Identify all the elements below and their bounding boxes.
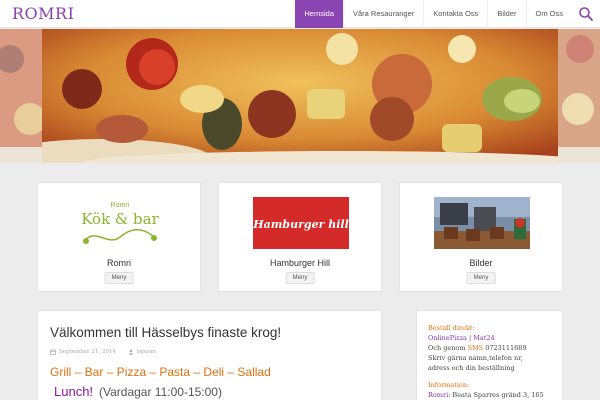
card-title[interactable]: Bilder (400, 258, 562, 268)
hero-pizza-image (42, 29, 558, 163)
sms-label: SMS (467, 344, 484, 352)
search-icon[interactable] (578, 6, 594, 22)
romri-logo: Romri Kök & bar (81, 202, 160, 244)
sms-instructions-2: adress och din beställning (428, 364, 515, 372)
card-hamburger-hill[interactable]: Hamburger hill Hamburger Hill Meny (218, 182, 382, 292)
order-links[interactable]: OnlinePizza | Mat24 (428, 334, 495, 342)
sms-number: 0723111689 (485, 344, 527, 352)
user-icon (128, 349, 134, 355)
nav-item-bilder[interactable]: Bilder (487, 0, 525, 28)
card-romri[interactable]: Romri Kök & bar Romri Meny (37, 182, 201, 292)
info-address: Romri: Beata Sparres gränd 3, 165 (428, 391, 544, 399)
sms-line: Och genom SMS 0723111689 (428, 344, 527, 352)
article-meta: September 21, 2014 bguom (50, 349, 156, 355)
article-author[interactable]: bguom (137, 349, 156, 355)
menu-button[interactable]: Meny (466, 272, 496, 284)
article-tagline: Grill – Bar – Pizza – Pasta – Deli – Sal… (50, 365, 271, 379)
sms-instructions-1: Skriv gärna namn,telefon nr, (428, 354, 523, 362)
card-title[interactable]: Hamburger Hill (219, 258, 381, 268)
site-header: ROMRI Hemsida Våra Resauranger Kontakta … (0, 0, 600, 28)
hamburger-hill-logo: Hamburger hill (253, 197, 349, 249)
restaurant-photo (434, 197, 530, 249)
calendar-icon (50, 349, 56, 355)
hero-right-edge-image (558, 29, 600, 163)
svg-text:Kök & bar: Kök & bar (81, 210, 159, 228)
card-bilder[interactable]: Bilder Meny (399, 182, 563, 292)
hero-left-edge-image (0, 29, 42, 163)
nav-item-om-oss[interactable]: Om Oss (525, 0, 573, 28)
site-logo[interactable]: ROMRI (12, 4, 74, 23)
svg-text:Romri: Romri (111, 202, 130, 209)
order-heading: Beställ direkt: (428, 324, 475, 332)
main-nav: Hemsida Våra Resauranger Kontakta Oss Bi… (295, 0, 572, 28)
menu-button[interactable]: Meny (104, 272, 134, 284)
article-date[interactable]: September 21, 2014 (59, 349, 116, 355)
welcome-article: Välkommen till Hässelbys finaste krog! S… (37, 310, 382, 400)
svg-text:Hamburger hill: Hamburger hill (253, 218, 349, 231)
article-title[interactable]: Välkommen till Hässelbys finaste krog! (50, 325, 281, 340)
menu-button[interactable]: Meny (285, 272, 315, 284)
nav-item-resauranger[interactable]: Våra Resauranger (342, 0, 423, 28)
lunch-hours: (Vardagar 11:00-15:00) (99, 385, 222, 399)
nav-item-hemsida[interactable]: Hemsida (295, 0, 343, 28)
sidebar-widget: Beställ direkt: OnlinePizza | Mat24 Och … (416, 310, 563, 400)
hero-banner (0, 29, 600, 163)
nav-item-kontakta[interactable]: Kontakta Oss (423, 0, 487, 28)
card-title[interactable]: Romri (38, 258, 200, 268)
info-name[interactable]: Romri (428, 391, 448, 399)
lunch-label: Lunch! (54, 384, 94, 399)
info-heading: Information: (428, 381, 470, 389)
